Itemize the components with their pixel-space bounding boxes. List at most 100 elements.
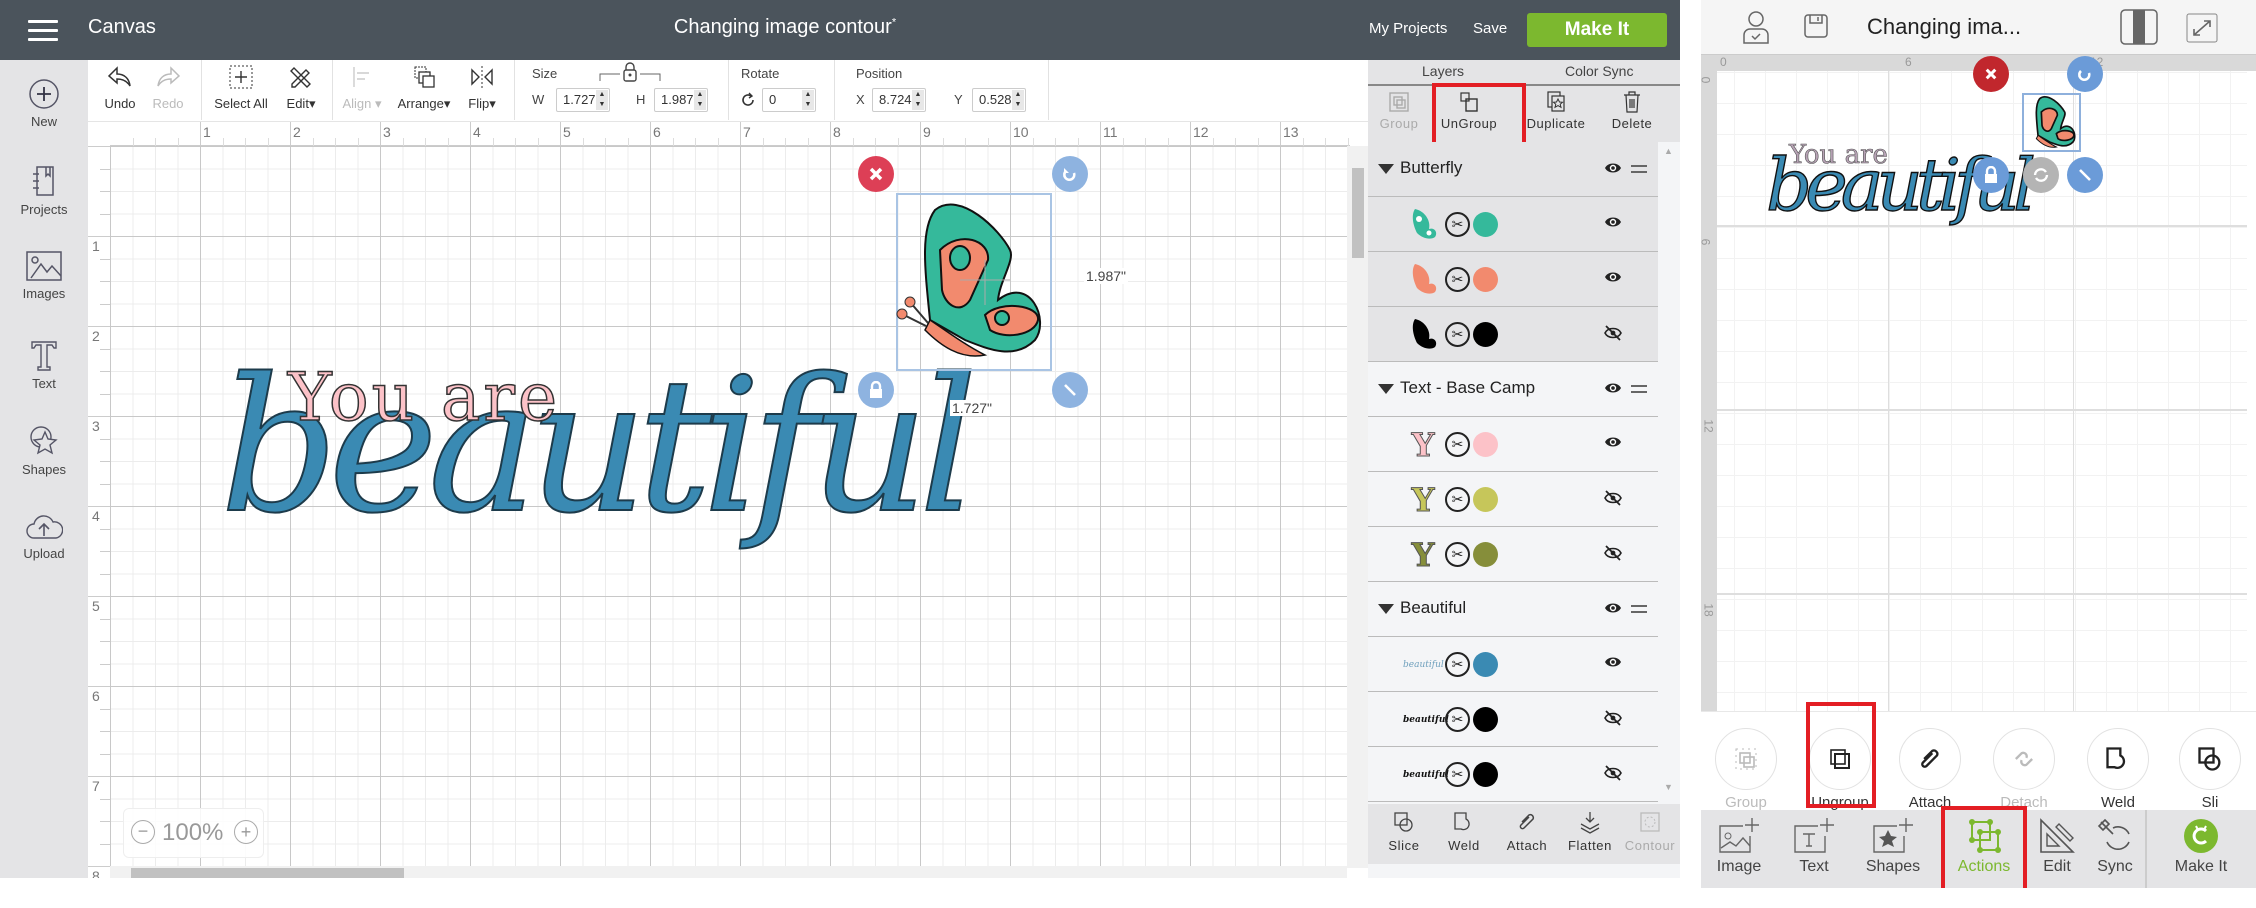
mobile-make-it-button[interactable]: Make It	[2161, 816, 2241, 876]
make-it-button[interactable]: Make It	[1527, 13, 1667, 47]
layer-item[interactable]: Y ✂	[1368, 527, 1658, 582]
eye-hidden-icon[interactable]	[1604, 325, 1622, 346]
sidebar-item-text[interactable]: Text	[0, 338, 88, 391]
mobile-lock-handle[interactable]	[1973, 157, 2009, 193]
layer-item[interactable]: ✂	[1368, 252, 1658, 307]
mobile-nav-image[interactable]: Image	[1713, 816, 1765, 876]
save-floppy-icon[interactable]	[1803, 13, 1829, 39]
redo-button[interactable]: Redo	[150, 64, 186, 111]
height-input[interactable]: 1.987 ▲ ▼	[654, 88, 708, 112]
x-position-input[interactable]: 8.724 ▲ ▼	[872, 88, 926, 112]
beautiful-text-object[interactable]: beautiful You are	[200, 320, 980, 610]
resize-handle[interactable]	[1052, 372, 1088, 408]
scissors-cut-icon[interactable]: ✂	[1445, 542, 1470, 567]
zoom-out-button[interactable]: −	[131, 820, 155, 844]
caret-down-icon[interactable]	[1378, 604, 1394, 614]
tab-color-sync[interactable]: Color Sync	[1565, 63, 1633, 79]
mobile-weld-button[interactable]: Weld	[2085, 728, 2151, 811]
attach-button[interactable]: Attach	[1502, 810, 1552, 853]
layer-color-swatch[interactable]	[1473, 322, 1498, 347]
arrange-dropdown[interactable]: Arrange▾	[394, 64, 454, 112]
account-icon[interactable]	[1741, 9, 1771, 45]
edit-dropdown[interactable]: Edit▾	[280, 64, 322, 112]
mobile-slice-button[interactable]: Sli	[2177, 728, 2243, 811]
layer-color-swatch[interactable]	[1473, 432, 1498, 457]
contour-button[interactable]: Contour	[1622, 810, 1678, 853]
eye-icon[interactable]	[1604, 160, 1622, 180]
undo-button[interactable]: Undo	[102, 64, 138, 111]
scissors-cut-icon[interactable]: ✂	[1445, 212, 1470, 237]
y-stepper[interactable]: ▲ ▼	[1012, 90, 1024, 110]
caret-down-icon[interactable]	[1378, 164, 1394, 174]
mobile-nav-text[interactable]: Text	[1789, 816, 1839, 876]
eye-hidden-icon[interactable]	[1604, 710, 1622, 731]
delete-button[interactable]: Delete	[1607, 90, 1657, 131]
group-button[interactable]: Group	[1378, 90, 1420, 131]
rotate-handle[interactable]	[1052, 156, 1088, 192]
layers-toggle-icon[interactable]	[2119, 8, 2159, 46]
mobile-nav-shapes[interactable]: Shapes	[1865, 816, 1921, 876]
layer-item[interactable]: beautiful ✂	[1368, 747, 1658, 802]
fullscreen-expand-icon[interactable]	[2186, 13, 2218, 43]
eye-icon[interactable]	[1604, 655, 1622, 674]
eye-hidden-icon[interactable]	[1604, 765, 1622, 786]
eye-icon[interactable]	[1604, 215, 1622, 234]
sidebar-item-new[interactable]: New	[0, 78, 88, 129]
lock-proportions-icon[interactable]	[598, 62, 662, 82]
butterfly-image[interactable]	[890, 190, 1060, 370]
sidebar-item-upload[interactable]: Upload	[0, 512, 88, 561]
zoom-in-button[interactable]: +	[234, 820, 258, 844]
rotate-input[interactable]: 0 ▲ ▼	[762, 88, 816, 112]
drag-handle-icon[interactable]	[1631, 605, 1647, 613]
layer-color-swatch[interactable]	[1473, 652, 1498, 677]
tab-layers[interactable]: Layers	[1422, 63, 1464, 79]
align-dropdown[interactable]: Align ▾	[338, 64, 386, 112]
mobile-attach-button[interactable]: Attach	[1897, 728, 1963, 811]
eye-hidden-icon[interactable]	[1604, 545, 1622, 566]
horizontal-scrollbar-thumb[interactable]	[131, 868, 404, 878]
mobile-detach-button[interactable]: Detach	[1991, 728, 2057, 811]
slice-button[interactable]: Slice	[1382, 810, 1426, 853]
mobile-butterfly-image[interactable]	[2024, 92, 2082, 152]
scroll-up-arrow-icon[interactable]: ▲	[1664, 146, 1673, 156]
sidebar-item-images[interactable]: Images	[0, 250, 88, 301]
my-projects-link[interactable]: My Projects	[1369, 20, 1447, 37]
scissors-cut-icon[interactable]: ✂	[1445, 432, 1470, 457]
eye-icon[interactable]	[1604, 270, 1622, 289]
height-stepper[interactable]: ▲ ▼	[694, 90, 706, 110]
layer-group-butterfly[interactable]: Butterfly	[1368, 142, 1658, 197]
mobile-resize-handle[interactable]	[2067, 157, 2103, 193]
weld-button[interactable]: Weld	[1442, 810, 1486, 853]
scroll-down-arrow-icon[interactable]: ▼	[1664, 782, 1673, 792]
y-position-input[interactable]: 0.528 ▲ ▼	[972, 88, 1026, 112]
scissors-cut-icon[interactable]: ✂	[1445, 762, 1470, 787]
drag-handle-icon[interactable]	[1631, 165, 1647, 173]
layer-color-swatch[interactable]	[1473, 762, 1498, 787]
mobile-group-button[interactable]: Group	[1713, 728, 1779, 811]
vertical-scrollbar-thumb[interactable]	[1352, 168, 1364, 258]
drag-handle-icon[interactable]	[1631, 385, 1647, 393]
scissors-cut-icon[interactable]: ✂	[1445, 707, 1470, 732]
mobile-nav-edit[interactable]: Edit	[2035, 816, 2079, 876]
x-stepper[interactable]: ▲ ▼	[912, 90, 924, 110]
layer-group-text-base-camp[interactable]: Text - Base Camp	[1368, 362, 1658, 417]
layer-item[interactable]: ✂	[1368, 307, 1658, 362]
save-link[interactable]: Save	[1473, 20, 1507, 37]
rotate-stepper[interactable]: ▲ ▼	[802, 90, 814, 110]
mobile-rotate-handle[interactable]	[2067, 56, 2103, 92]
eye-icon[interactable]	[1604, 380, 1622, 400]
eye-icon[interactable]	[1604, 435, 1622, 454]
layers-scrollbar[interactable]: ▲ ▼	[1658, 142, 1680, 802]
mobile-flip-handle[interactable]	[2023, 157, 2059, 193]
layer-color-swatch[interactable]	[1473, 212, 1498, 237]
flip-dropdown[interactable]: Flip▾	[462, 64, 502, 112]
scissors-cut-icon[interactable]: ✂	[1445, 487, 1470, 512]
layer-color-swatch[interactable]	[1473, 707, 1498, 732]
eye-icon[interactable]	[1604, 600, 1622, 620]
layer-item[interactable]: beautiful ✂	[1368, 637, 1658, 692]
layer-item[interactable]: beautiful ✂	[1368, 692, 1658, 747]
layer-item[interactable]: Y ✂	[1368, 417, 1658, 472]
lock-handle[interactable]	[858, 372, 894, 408]
duplicate-button[interactable]: Duplicate	[1523, 90, 1589, 131]
layer-color-swatch[interactable]	[1473, 487, 1498, 512]
